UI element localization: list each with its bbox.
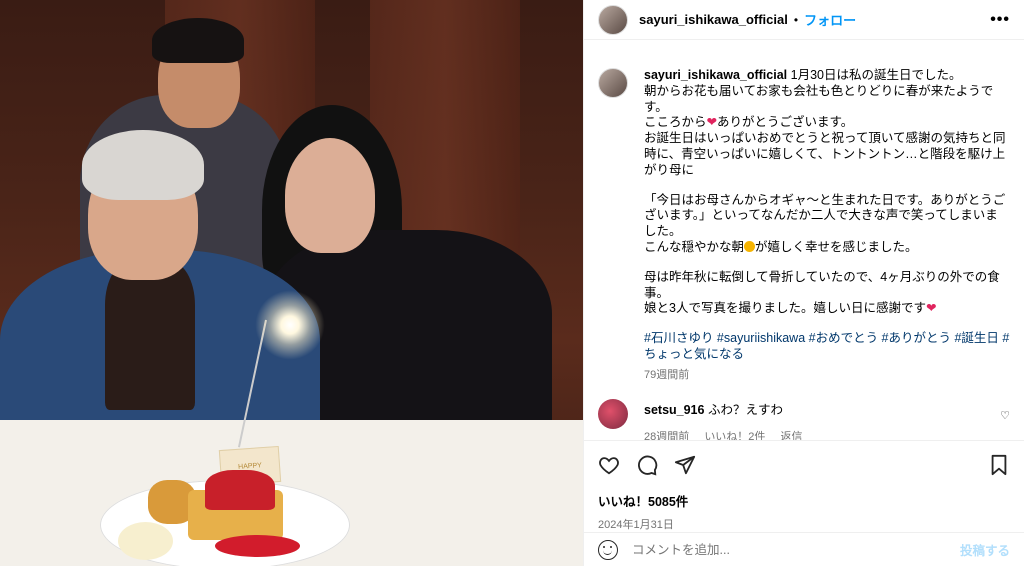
caption-username[interactable]: sayuri_ishikawa_official xyxy=(644,68,787,82)
sun-emoji-icon xyxy=(744,240,756,252)
comment-like-heart-icon[interactable]: ♡ xyxy=(1000,409,1010,440)
caption-avatar[interactable] xyxy=(598,68,628,98)
more-horizontal-icon[interactable]: ••• xyxy=(990,11,1010,29)
comment-input[interactable] xyxy=(632,542,960,557)
post-actions: いいね！5085件 2024年1月31日 xyxy=(584,440,1024,534)
caption-line: お誕生日はいっぱいおめでとうと祝って頂いて感謝の気持ちと同時に、青空いっぱいに嬉… xyxy=(644,131,1006,177)
like-heart-icon[interactable] xyxy=(598,454,620,476)
share-send-icon[interactable] xyxy=(674,454,696,476)
caption-line: 1月30日は私の誕生日でした。 xyxy=(790,68,962,82)
caption-line: こんな穏やかな朝 が嬉しく幸せを感じました。 xyxy=(644,239,918,254)
sparkler xyxy=(255,290,325,360)
caption: sayuri_ishikawa_official 1月30日は私の誕生日でした。… xyxy=(598,68,1010,384)
person-right-head xyxy=(285,138,375,253)
post-photo[interactable]: HAPPY BIRTHDAY xyxy=(0,0,583,566)
post-header: sayuri_ishikawa_official • フォロー ••• xyxy=(584,0,1024,40)
likes-count[interactable]: いいね！5085件 xyxy=(598,491,1010,510)
caption-line: 朝からお花も届いてお家も会社も色とりどりに春が来たようです。 xyxy=(644,83,994,114)
reply-button[interactable]: 返信 xyxy=(781,431,803,440)
header-username[interactable]: sayuri_ishikawa_official xyxy=(639,12,788,27)
avatar[interactable] xyxy=(598,4,628,35)
comment-time[interactable]: 28週間前 xyxy=(644,431,689,440)
caption-body: sayuri_ishikawa_official 1月30日は私の誕生日でした。… xyxy=(644,68,1010,384)
heart-emoji-icon: ❤ xyxy=(925,301,937,316)
caption-line: 母は昨年秋に転倒して骨折していたので、4ヶ月ぶりの外での食事。 xyxy=(644,269,1000,300)
post-comment-button[interactable]: 投稿する xyxy=(960,540,1010,559)
comment-body: setsu_916 ふわ？えすわ 28週間前 いいね！2件 返信 xyxy=(644,399,1000,440)
caption-time[interactable]: 79週間前 xyxy=(644,368,1010,384)
comment-bubble-icon[interactable] xyxy=(636,454,658,476)
caption-line: 娘と3人で写真を撮りました。嬉しい日に感謝です❤ xyxy=(644,301,937,316)
heart-emoji-icon: ❤ xyxy=(706,115,717,130)
person-grandmother-hair xyxy=(82,130,204,200)
caption-area: sayuri_ishikawa_official 1月30日は私の誕生日でした。… xyxy=(584,40,1024,440)
caption-line: 「今日はお母さんからオギャ〜と生まれた日です。ありがとうございます。」といってな… xyxy=(644,192,1006,239)
action-icons xyxy=(598,451,1010,479)
comment-avatar[interactable] xyxy=(598,399,628,429)
emoji-smiley-icon[interactable] xyxy=(598,539,618,560)
post-date[interactable]: 2024年1月31日 xyxy=(598,516,1010,532)
person-grandmother-shirt xyxy=(105,260,195,410)
person-back-hair xyxy=(152,18,244,63)
strawberries xyxy=(205,470,275,510)
comment-likes[interactable]: いいね！2件 xyxy=(704,431,765,440)
separator-dot: • xyxy=(793,12,799,27)
comment-username[interactable]: setsu_916 xyxy=(644,403,704,417)
comment-text: ふわ？えすわ xyxy=(707,403,783,417)
follow-button[interactable]: フォロー xyxy=(804,10,856,29)
add-comment-bar: 投稿する xyxy=(584,532,1024,566)
comment-meta: 28週間前 いいね！2件 返信 xyxy=(644,428,1000,440)
caption-line: こころから❤ありがとうございます。 xyxy=(644,115,854,130)
post-side-panel: sayuri_ishikawa_official • フォロー ••• sayu… xyxy=(583,0,1024,566)
caption-hashtags[interactable]: #石川さゆり #sayuriishikawa #おめでとう #ありがとう #誕生… xyxy=(644,331,1010,363)
berry-sauce xyxy=(215,535,300,557)
bookmark-icon[interactable] xyxy=(988,454,1010,476)
comment-row: setsu_916 ふわ？えすわ 28週間前 いいね！2件 返信 ♡ xyxy=(598,399,1010,440)
ice-cream-scoop xyxy=(118,522,173,560)
